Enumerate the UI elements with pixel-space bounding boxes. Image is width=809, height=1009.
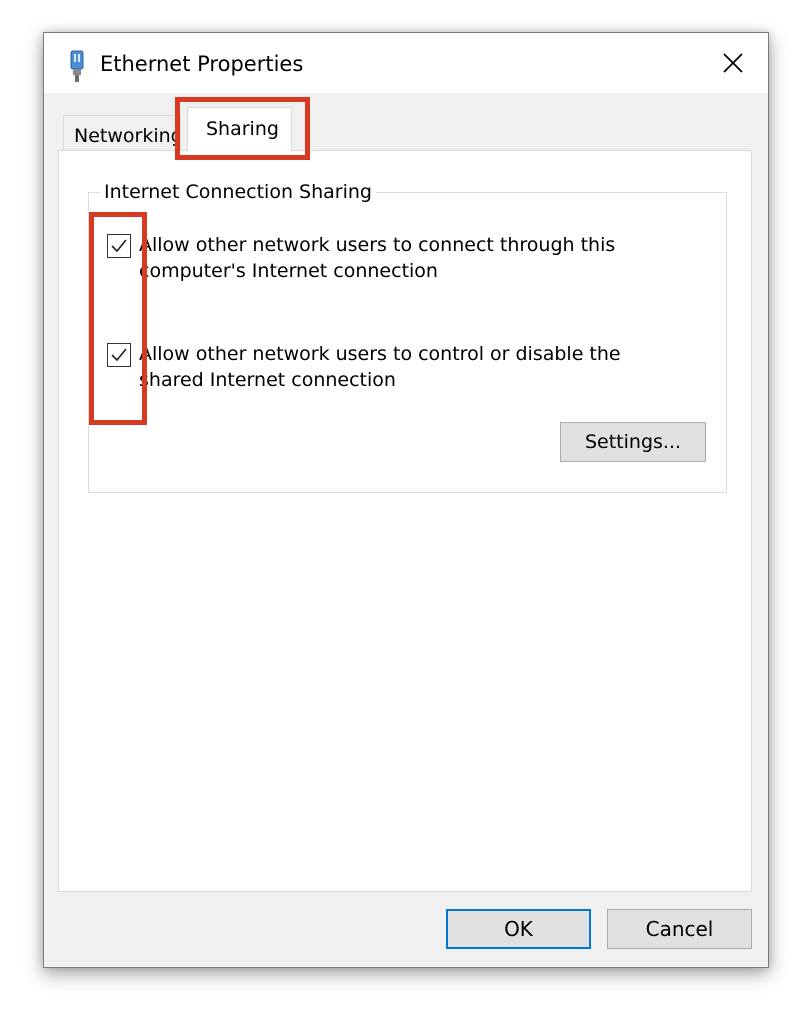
allow-control-checkbox[interactable]	[107, 343, 131, 367]
allow-connect-option: Allow other network users to connect thr…	[107, 234, 687, 294]
ok-button[interactable]: OK	[446, 909, 591, 949]
sharing-tab-panel: Internet Connection Sharing Allow other …	[58, 150, 752, 892]
ethernet-adapter-icon	[66, 49, 88, 83]
cancel-button[interactable]: Cancel	[607, 909, 752, 949]
title-bar: Ethernet Properties	[44, 33, 768, 93]
allow-control-option: Allow other network users to control or …	[107, 343, 687, 403]
group-label: Internet Connection Sharing	[100, 179, 376, 205]
checkmark-icon	[111, 348, 127, 362]
close-icon	[723, 53, 743, 73]
tab-sharing[interactable]: Sharing	[187, 107, 292, 151]
tab-sharing-label: Sharing	[206, 118, 279, 140]
checkmark-icon	[111, 239, 127, 253]
ethernet-properties-dialog: Ethernet Properties Networking Sharing I…	[43, 32, 769, 968]
tab-networking-label: Networking	[74, 125, 181, 147]
close-button[interactable]	[710, 45, 756, 81]
internet-connection-sharing-group: Internet Connection Sharing Allow other …	[88, 179, 727, 493]
settings-button[interactable]: Settings...	[560, 422, 706, 462]
window-title: Ethernet Properties	[100, 52, 304, 76]
allow-connect-label[interactable]: Allow other network users to connect thr…	[139, 232, 659, 284]
allow-control-label[interactable]: Allow other network users to control or …	[139, 341, 659, 393]
allow-connect-checkbox[interactable]	[107, 234, 131, 258]
tab-networking[interactable]: Networking	[63, 115, 181, 151]
